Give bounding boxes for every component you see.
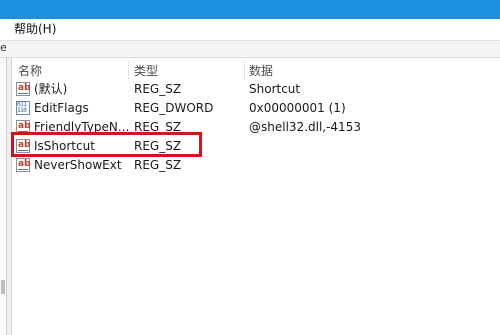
values-list[interactable]: 名称 类型 数据 ab (默认) REG_SZ Shortcut 011 110 … — [12, 58, 500, 335]
menu-bar: 帮助(H) — [0, 19, 500, 41]
column-header-data[interactable]: 数据 — [249, 63, 273, 79]
value-name: (默认) — [34, 82, 68, 96]
registry-value-row[interactable]: ab (默认) REG_SZ Shortcut — [12, 80, 500, 99]
address-bar[interactable]: e — [0, 41, 500, 58]
value-type: REG_SZ — [134, 82, 182, 96]
value-data — [249, 156, 489, 175]
registry-value-row[interactable]: 011 110 EditFlags REG_DWORD 0x00000001 (1… — [12, 99, 500, 118]
column-header-name[interactable]: 名称 — [18, 63, 42, 79]
value-data: Shortcut — [249, 82, 301, 96]
tree-scrollbar-thumb[interactable] — [1, 280, 5, 294]
value-name: EditFlags — [34, 101, 89, 115]
binary-value-icon: 011 110 — [16, 101, 30, 115]
column-header-type[interactable]: 类型 — [134, 63, 158, 79]
column-divider[interactable] — [244, 61, 245, 79]
value-data: 0x00000001 (1) — [249, 101, 346, 115]
value-type: REG_DWORD — [134, 101, 214, 115]
menu-help[interactable]: 帮助(H) — [14, 21, 56, 38]
string-value-icon: ab — [16, 158, 31, 172]
tree-pane[interactable] — [0, 58, 7, 335]
value-type: REG_SZ — [134, 158, 182, 172]
registry-value-row[interactable]: ab NeverShowExt REG_SZ — [12, 156, 500, 175]
address-text: e — [0, 41, 7, 54]
highlight-annotation — [11, 132, 202, 157]
value-name: NeverShowExt — [34, 158, 122, 172]
value-data — [249, 137, 489, 156]
window-titlebar[interactable] — [0, 0, 500, 19]
string-value-icon: ab — [16, 82, 31, 96]
value-data: @shell32.dll,-4153 — [249, 120, 361, 134]
column-divider[interactable] — [128, 61, 129, 79]
